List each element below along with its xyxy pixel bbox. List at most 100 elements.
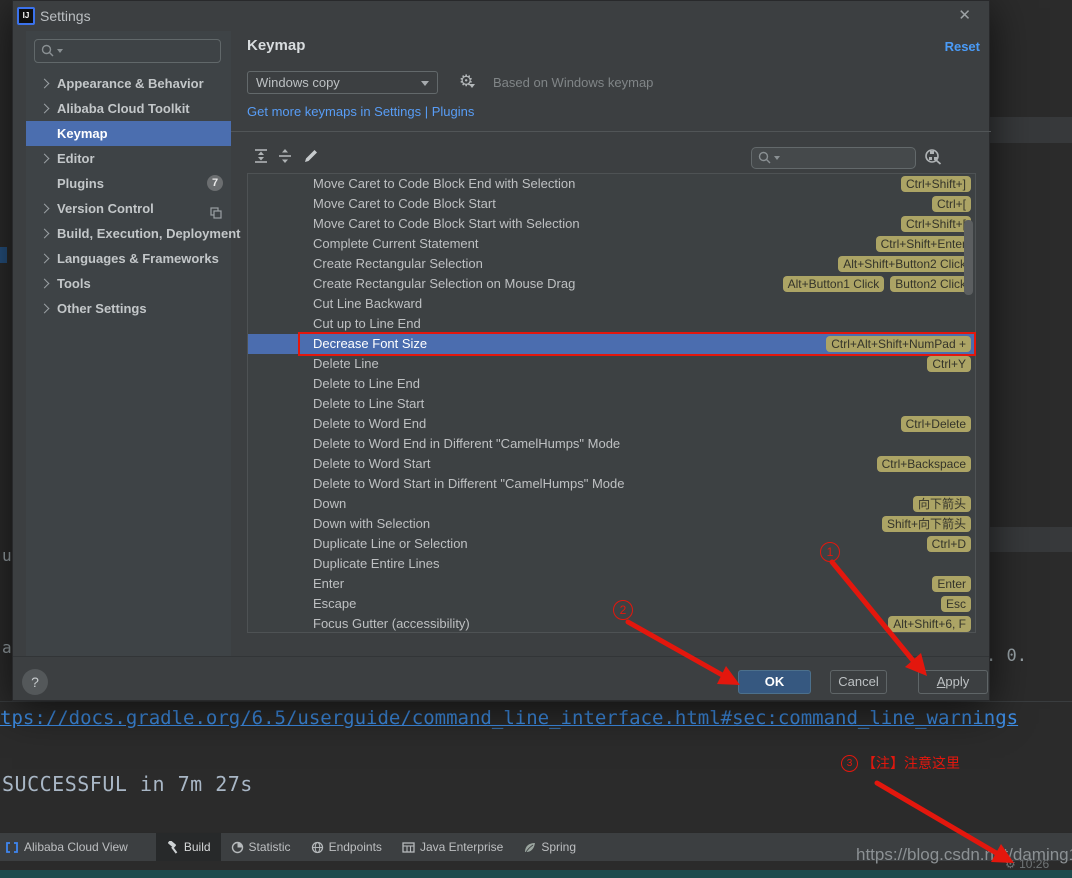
keymap-row[interactable]: Delete to Line Start xyxy=(248,394,975,414)
shortcut-badges: Alt+Shift+6, F xyxy=(888,616,971,632)
chevron-right-icon[interactable] xyxy=(40,304,50,314)
keymap-row[interactable]: Move Caret to Code Block End with Select… xyxy=(248,174,975,194)
chevron-right-icon[interactable] xyxy=(40,154,50,164)
sidebar-item-editor[interactable]: Editor xyxy=(26,146,231,171)
shortcut-badges: Ctrl+Delete xyxy=(901,416,971,432)
keymap-row[interactable]: Cut Line Backward xyxy=(248,294,975,314)
circled-3-icon: 3 xyxy=(841,755,858,772)
sidebar-item-keymap[interactable]: Keymap xyxy=(26,121,231,146)
sidebar-item-plugins[interactable]: Plugins7 xyxy=(26,171,231,196)
sidebar-item-alibaba-cloud-toolkit[interactable]: Alibaba Cloud Toolkit xyxy=(26,96,231,121)
keymap-row[interactable]: EscapeEsc xyxy=(248,594,975,614)
reset-link[interactable]: Reset xyxy=(945,39,980,54)
chevron-right-icon[interactable] xyxy=(40,229,50,239)
gradle-docs-link[interactable]: tps://docs.gradle.org/6.5/userguide/comm… xyxy=(0,707,1072,729)
sidebar-item-languages-frameworks[interactable]: Languages & Frameworks xyxy=(26,246,231,271)
keymap-row[interactable]: Complete Current Statement Ctrl+Shift+Ent… xyxy=(248,234,975,254)
keymap-row[interactable]: Down with SelectionShift+向下箭头 xyxy=(248,514,975,534)
sidebar-item-label: Build, Execution, Deployment xyxy=(57,221,240,246)
keymap-row[interactable]: Delete to Line End xyxy=(248,374,975,394)
shortcut-badges: Alt+Shift+Button2 Click xyxy=(838,256,971,272)
shortcut-badges: Ctrl+Y xyxy=(927,356,971,372)
keymap-row[interactable]: Create Rectangular SelectionAlt+Shift+Bu… xyxy=(248,254,975,274)
circled-2-icon: 2 xyxy=(613,600,633,620)
get-more-keymaps-link[interactable]: Get more keymaps in Settings | Plugins xyxy=(247,104,474,119)
table-grid-icon xyxy=(402,841,415,854)
keymap-row[interactable]: Move Caret to Code Block StartCtrl+[ xyxy=(248,194,975,214)
keymap-row[interactable]: Delete to Word Start in Different "Camel… xyxy=(248,474,975,494)
background-text-fragment: u xyxy=(2,546,12,565)
shortcut-badges: Enter xyxy=(932,576,971,592)
shortcut-badges: Ctrl+D xyxy=(927,536,971,552)
watermark-time: ⚙ 10:26 xyxy=(1005,857,1049,871)
background-console-fragment: . 0. xyxy=(986,646,1027,666)
cancel-button[interactable]: Cancel xyxy=(830,670,887,694)
apply-button[interactable]: Apply xyxy=(918,670,988,694)
chevron-right-icon[interactable] xyxy=(40,254,50,264)
sidebar-item-label: Version Control xyxy=(57,196,154,221)
action-name: Down with Selection xyxy=(313,514,430,534)
keymap-row[interactable]: Enter Enter xyxy=(248,574,975,594)
chevron-down-icon xyxy=(421,81,429,86)
annotation-note-text: 【注】注意这里 xyxy=(862,753,960,773)
action-name: Complete Current Statement xyxy=(313,234,478,254)
tool-tab-spring[interactable]: Spring xyxy=(513,833,586,861)
keymap-scheme-dropdown[interactable]: Windows copy xyxy=(247,71,438,94)
sidebar-item-other-settings[interactable]: Other Settings xyxy=(26,296,231,321)
tool-tab-label: Alibaba Cloud View xyxy=(24,840,128,854)
expand-all-icon[interactable] xyxy=(253,148,269,169)
edit-pencil-icon[interactable] xyxy=(303,148,319,169)
dialog-titlebar[interactable]: IJ Settings ✕ xyxy=(13,1,989,31)
keymap-row[interactable]: Create Rectangular Selection on Mouse Dr… xyxy=(248,274,975,294)
actions-search-input[interactable] xyxy=(751,147,916,169)
chevron-right-icon[interactable] xyxy=(40,104,50,114)
close-icon[interactable]: ✕ xyxy=(958,6,971,24)
keymap-row[interactable]: Duplicate Line or SelectionCtrl+D xyxy=(248,534,975,554)
background-band-middle xyxy=(990,527,1072,552)
tool-tab-build[interactable]: Build xyxy=(156,833,221,861)
action-name: Move Caret to Code Block Start with Sele… xyxy=(313,214,580,234)
shortcut-badge: Ctrl+Shift+[ xyxy=(901,216,971,232)
annotation-note: 3 【注】注意这里 xyxy=(841,753,960,773)
collapse-all-icon[interactable] xyxy=(277,148,293,169)
action-name: Focus Gutter (accessibility) xyxy=(313,614,470,634)
keymap-row[interactable]: Cut up to Line End xyxy=(248,314,975,334)
keymap-row[interactable]: Decrease Font SizeCtrl+Alt+Shift+NumPad … xyxy=(248,334,975,354)
tool-tab-alibaba-cloud-view[interactable]: Alibaba Cloud View xyxy=(0,833,138,861)
keymap-row[interactable]: Duplicate Entire Lines xyxy=(248,554,975,574)
sidebar-search-input[interactable] xyxy=(34,39,221,63)
keymap-row[interactable]: Focus Gutter (accessibility) Alt+Shift+6,… xyxy=(248,614,975,634)
help-button[interactable]: ? xyxy=(22,669,48,695)
chevron-right-icon[interactable] xyxy=(40,279,50,289)
keymap-row[interactable]: Delete to Word EndCtrl+Delete xyxy=(248,414,975,434)
scrollbar-thumb[interactable] xyxy=(964,220,973,295)
chevron-right-icon[interactable] xyxy=(40,79,50,89)
shortcut-badge: Alt+Button1 Click xyxy=(783,276,885,292)
search-options-caret-icon[interactable] xyxy=(57,49,63,53)
shortcut-badges: Alt+Button1 ClickButton2 Click xyxy=(783,276,971,292)
action-name: Cut Line Backward xyxy=(313,294,422,314)
keymap-row[interactable]: Move Caret to Code Block Start with Sele… xyxy=(248,214,975,234)
sidebar-item-build-execution-deployment[interactable]: Build, Execution, Deployment xyxy=(26,221,231,246)
search-options-caret-icon[interactable] xyxy=(774,156,780,160)
tool-tab-statistic[interactable]: Statistic xyxy=(221,833,301,861)
tool-tab-label: Endpoints xyxy=(329,840,382,854)
alibaba-brackets-icon xyxy=(5,841,19,854)
sidebar-item-version-control[interactable]: Version Control xyxy=(26,196,231,221)
chevron-right-icon[interactable] xyxy=(40,204,50,214)
sidebar-item-appearance-behavior[interactable]: Appearance & Behavior xyxy=(26,71,231,96)
shortcut-badges: Ctrl+Alt+Shift+NumPad + xyxy=(826,336,971,352)
keymap-row[interactable]: Delete LineCtrl+Y xyxy=(248,354,975,374)
keymap-row[interactable]: Delete to Word StartCtrl+Backspace xyxy=(248,454,975,474)
gear-icon[interactable]: ⚙ xyxy=(459,71,473,91)
shortcut-badge: Ctrl+Shift+Enter xyxy=(876,236,971,252)
sidebar-item-tools[interactable]: Tools xyxy=(26,271,231,296)
ok-button[interactable]: OK xyxy=(738,670,811,694)
action-name: Enter xyxy=(313,574,344,594)
action-name: Delete to Word End in Different "CamelHu… xyxy=(313,434,620,454)
find-by-shortcut-icon[interactable] xyxy=(923,146,943,171)
keymap-row[interactable]: Down向下箭头 xyxy=(248,494,975,514)
tool-tab-endpoints[interactable]: Endpoints xyxy=(301,833,392,861)
tool-tab-java-enterprise[interactable]: Java Enterprise xyxy=(392,833,513,861)
keymap-row[interactable]: Delete to Word End in Different "CamelHu… xyxy=(248,434,975,454)
